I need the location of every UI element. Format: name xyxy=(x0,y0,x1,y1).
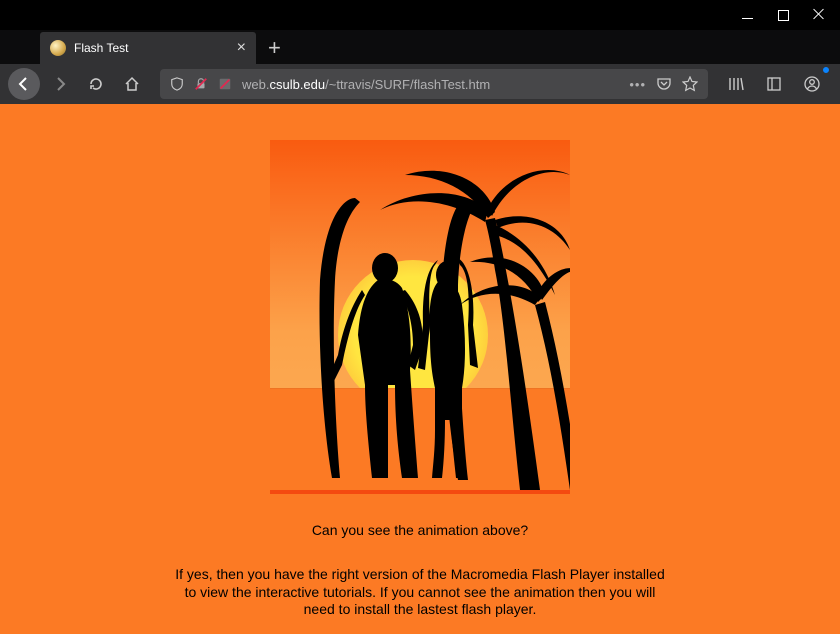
url-domain: csulb.edu xyxy=(269,77,325,92)
account-button[interactable] xyxy=(796,68,828,100)
silhouette-graphic xyxy=(270,140,570,494)
lock-insecure-icon xyxy=(194,77,208,91)
tab-title: Flash Test xyxy=(74,41,229,55)
shield-icon xyxy=(170,77,184,91)
browser-toolbar: web.csulb.edu/~ttravis/SURF/flashTest.ht… xyxy=(0,64,840,104)
close-tab-button[interactable]: × xyxy=(237,39,246,57)
url-path: /~ttravis/SURF/flashTest.htm xyxy=(325,77,490,92)
arrow-right-icon xyxy=(52,76,68,92)
description-text: If yes, then you have the right version … xyxy=(170,566,670,619)
browser-tab[interactable]: Flash Test × xyxy=(40,32,256,64)
window-controls xyxy=(740,8,840,22)
plugin-blocked-icon xyxy=(218,77,232,91)
reload-button[interactable] xyxy=(80,68,112,100)
reload-icon xyxy=(88,76,104,92)
maximize-button[interactable] xyxy=(776,8,790,22)
window-titlebar xyxy=(0,0,840,30)
pocket-icon[interactable] xyxy=(656,76,672,92)
home-button[interactable] xyxy=(116,68,148,100)
url-prefix: web. xyxy=(242,77,269,92)
address-bar[interactable]: web.csulb.edu/~ttravis/SURF/flashTest.ht… xyxy=(160,69,708,99)
library-icon xyxy=(728,76,744,92)
minimize-button[interactable] xyxy=(740,8,754,22)
toolbar-right xyxy=(720,68,832,100)
page-content: Can you see the animation above? If yes,… xyxy=(0,104,840,634)
url-text: web.csulb.edu/~ttravis/SURF/flashTest.ht… xyxy=(242,77,619,92)
notification-dot-icon xyxy=(822,66,830,74)
question-text: Can you see the animation above? xyxy=(0,522,840,538)
page-actions-more[interactable]: ••• xyxy=(629,77,646,92)
close-window-button[interactable] xyxy=(812,8,826,22)
avatar-icon xyxy=(804,76,820,92)
forward-button[interactable] xyxy=(44,68,76,100)
sidebar-icon xyxy=(766,76,782,92)
tab-bar: Flash Test × + xyxy=(0,30,840,64)
favicon-icon xyxy=(50,40,66,56)
sidebar-button[interactable] xyxy=(758,68,790,100)
flash-animation xyxy=(270,140,570,494)
arrow-left-icon xyxy=(16,76,32,92)
new-tab-button[interactable]: + xyxy=(256,32,293,64)
library-button[interactable] xyxy=(720,68,752,100)
back-button[interactable] xyxy=(8,68,40,100)
star-icon[interactable] xyxy=(682,76,698,92)
home-icon xyxy=(124,76,140,92)
